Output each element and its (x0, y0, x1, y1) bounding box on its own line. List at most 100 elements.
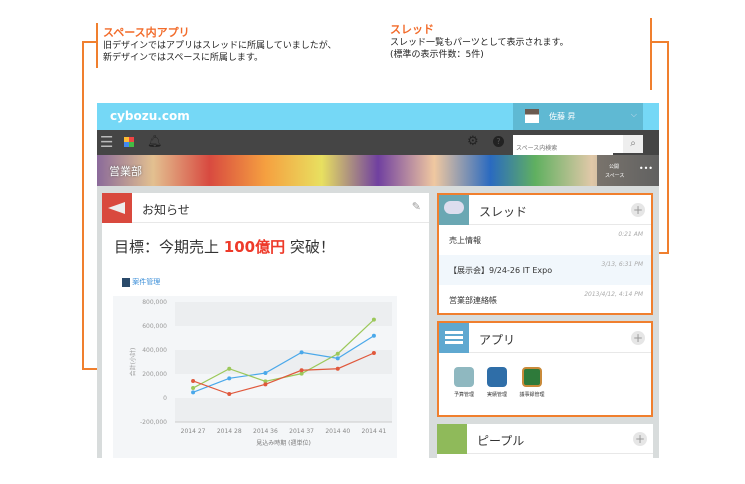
x-axis-label: 見込み時期 (週単位) (256, 439, 311, 447)
notice-panel: お知らせ ✎ 目標：今期売上 100億円 突破！ 案件管理 800,000 600… (102, 193, 429, 458)
headline-text: 突破！ (285, 238, 335, 256)
app-link[interactable]: 案件管理 (122, 277, 160, 287)
y-axis-label: 合計(小計) (129, 348, 137, 377)
app-minutes[interactable]: 議事録管理 (517, 367, 547, 398)
people-panel: ピープル + (437, 424, 653, 458)
thread-date: 3/13, 6:31 PM (601, 261, 643, 268)
speech-bubble-icon (439, 195, 469, 225)
annotation-thread: スレッド スレッド一覧もパーツとして表示されます。 (標準の表示件数：5件) (390, 21, 569, 61)
search-box[interactable]: ⌕ (513, 135, 643, 158)
x-tick-label: 2014 36 (253, 428, 278, 435)
people-icon (437, 424, 467, 454)
app-panel-title: アプリ (479, 333, 516, 347)
thread-title: 【展示会】9/24-26 IT Expo (449, 266, 553, 275)
add-app-button[interactable]: + (631, 331, 645, 345)
toolbar: ☰ 🔔︎ ⚙ ? ⌕ (97, 130, 659, 158)
avatar (525, 109, 539, 123)
headline-emphasis: 100億円 (223, 238, 286, 256)
data-point-blue (227, 376, 232, 381)
annotation-title: スペース内アプリ (103, 26, 190, 39)
app-label: 予算管理 (453, 392, 474, 398)
x-tick-label: 2014 27 (181, 428, 206, 435)
headline-text: 目標：今期売上 (114, 238, 224, 256)
space-name: 営業部 (109, 165, 142, 178)
data-point-blue (335, 356, 340, 361)
bell-icon[interactable]: 🔔︎ (147, 134, 162, 148)
thread-item[interactable]: 【展示会】9/24-26 IT Expo 3/13, 6:31 PM (439, 255, 651, 285)
thread-panel-title: スレッド (479, 205, 528, 219)
more-icon[interactable]: ••• (639, 164, 653, 173)
y-tick-label: 800,000 (142, 299, 167, 306)
annotation-space-app: スペース内アプリ 旧デザインではアプリはスレッドに所属していましたが、 新デザイ… (103, 24, 337, 64)
thread-panel: スレッド + 売上情報 0:21 AM 【展示会】9/24-26 IT Expo 3… (437, 193, 653, 315)
data-point-blue (371, 333, 376, 338)
data-point-green (191, 386, 196, 391)
app-results[interactable]: 実績管理 (482, 367, 512, 398)
data-point-red (335, 366, 340, 371)
data-point-red (191, 378, 196, 383)
blackboard-icon (522, 367, 542, 387)
y-tick-label: 600,000 (142, 323, 167, 330)
logo[interactable]: cybozu.com (110, 109, 190, 123)
annotation-line: (標準の表示件数：5件) (390, 50, 484, 60)
x-tick-label: 2014 37 (289, 428, 314, 435)
help-icon[interactable]: ? (493, 136, 504, 147)
apps-grid-icon[interactable] (124, 137, 134, 147)
data-point-red (299, 368, 304, 373)
megaphone-icon (102, 193, 132, 223)
data-point-green (227, 366, 232, 371)
grid-band (175, 350, 392, 374)
gear-icon[interactable]: ⚙ (467, 134, 479, 149)
data-point-green (335, 351, 340, 356)
edit-icon[interactable]: ✎ (412, 200, 421, 213)
data-point-red (227, 392, 232, 397)
app-label: 実績管理 (486, 392, 507, 398)
thread-title: 売上情報 (449, 236, 481, 245)
x-tick-label: 2014 41 (362, 428, 387, 435)
data-point-blue (191, 390, 196, 395)
app-link-label: 案件管理 (132, 278, 161, 286)
grid-band (175, 398, 392, 422)
annotation-line: スレッド一覧もパーツとして表示されます。 (390, 38, 569, 48)
data-point-blue (263, 371, 268, 376)
thread-item[interactable]: 売上情報 0:21 AM (439, 225, 651, 255)
annotation-line: 新デザインではスペースに所属します。 (103, 53, 264, 63)
add-thread-button[interactable]: + (631, 203, 645, 217)
app-label: 議事録管理 (519, 392, 545, 398)
people-panel-title: ピープル (477, 434, 525, 448)
x-tick-label: 2014 40 (325, 428, 350, 435)
data-point-red (263, 382, 268, 387)
app-budget[interactable]: 予算管理 (449, 367, 479, 398)
app-icon (122, 277, 130, 287)
y-tick-label: 200,000 (142, 371, 167, 378)
thread-title: 営業部連絡帳 (449, 296, 497, 305)
public-space-badge: 公開 スペース ••• (597, 155, 659, 186)
list-icon (439, 323, 469, 353)
chevron-down-icon: ⌵ (630, 110, 637, 119)
app-panel: アプリ + 予算管理 実績管理 議事録管理 (437, 321, 653, 417)
y-tick-label: 400,000 (142, 347, 167, 354)
user-name: 佐藤 昇 (549, 112, 576, 121)
thread-date: 0:21 AM (618, 231, 643, 238)
line-chart: 800,000 600,000 400,000 200,000 0 -200,000 201… (113, 296, 397, 458)
annotation-line: 旧デザインではアプリはスレッドに所属していましたが、 (103, 41, 337, 51)
public-label: スペース (605, 173, 625, 179)
thread-date: 2013/4/12, 4:14 PM (584, 291, 643, 298)
user-menu[interactable]: 佐藤 昇 ⌵ (513, 103, 643, 130)
y-tick-label: 0 (163, 395, 167, 402)
space-banner: 営業部 公開 スペース ••• (97, 155, 659, 186)
search-icon[interactable]: ⌕ (623, 135, 643, 153)
add-people-button[interactable]: + (633, 432, 647, 446)
annotation-title: スレッド (390, 23, 434, 36)
notice-headline: 目標：今期売上 100億円 突破！ (114, 236, 335, 257)
abacus-icon (487, 367, 507, 387)
thread-item[interactable]: 営業部連絡帳 2013/4/12, 4:14 PM (439, 285, 651, 315)
menu-icon[interactable]: ☰ (100, 133, 113, 151)
grid-band (175, 302, 392, 326)
y-tick-label: -200,000 (140, 419, 167, 426)
public-label: 公開 (609, 164, 620, 170)
data-point-green (371, 317, 376, 322)
notice-title: お知らせ (142, 203, 190, 217)
data-point-red (371, 351, 376, 355)
calculator-icon (454, 367, 474, 387)
